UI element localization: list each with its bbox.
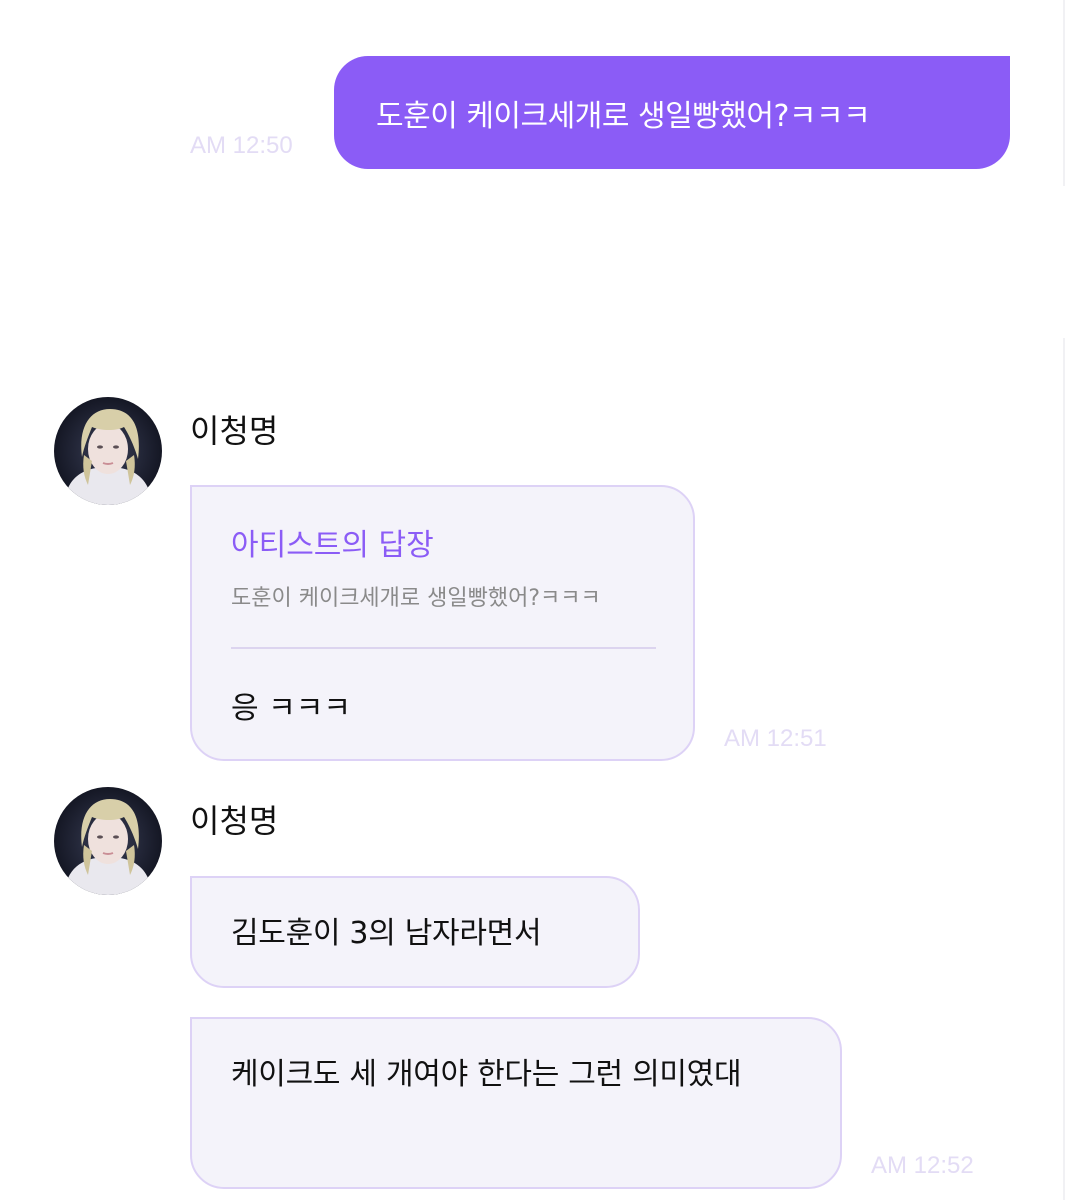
message-bubble[interactable]: 케이크도 세 개여야 한다는 그런 의미였대 bbox=[190, 1017, 842, 1189]
artist-reply-bubble[interactable]: 아티스트의 답장 도훈이 케이크세개로 생일빵했어?ㅋㅋㅋ 응 ㅋㅋㅋ bbox=[190, 485, 695, 761]
sender-name: 이청명 bbox=[190, 802, 279, 840]
sender-avatar[interactable] bbox=[54, 397, 162, 505]
sender-avatar[interactable] bbox=[54, 787, 162, 895]
message-timestamp: AM 12:52 bbox=[871, 1152, 974, 1179]
artist-avatar-icon bbox=[54, 787, 162, 895]
reply-label: 아티스트의 답장 bbox=[231, 528, 434, 563]
sent-message-text: 도훈이 케이크세개로 생일빵했어?ㅋㅋㅋ bbox=[376, 98, 871, 134]
quoted-message: 도훈이 케이크세개로 생일빵했어?ㅋㅋㅋ bbox=[231, 586, 601, 611]
message-bubble[interactable]: 김도훈이 3의 남자라면서 bbox=[190, 876, 640, 988]
reply-timestamp: AM 12:51 bbox=[724, 725, 827, 752]
sent-timestamp: AM 12:50 bbox=[190, 132, 293, 159]
reply-divider bbox=[231, 647, 656, 649]
artist-avatar-icon bbox=[54, 397, 162, 505]
message-text: 케이크도 세 개여야 한다는 그런 의미였대 bbox=[231, 1057, 742, 1092]
message-text: 김도훈이 3의 남자라면서 bbox=[231, 916, 542, 951]
reply-message-text: 응 ㅋㅋㅋ bbox=[231, 691, 351, 726]
sender-name: 이청명 bbox=[190, 412, 279, 450]
sent-message-bubble[interactable]: 도훈이 케이크세개로 생일빵했어?ㅋㅋㅋ bbox=[334, 56, 1010, 169]
